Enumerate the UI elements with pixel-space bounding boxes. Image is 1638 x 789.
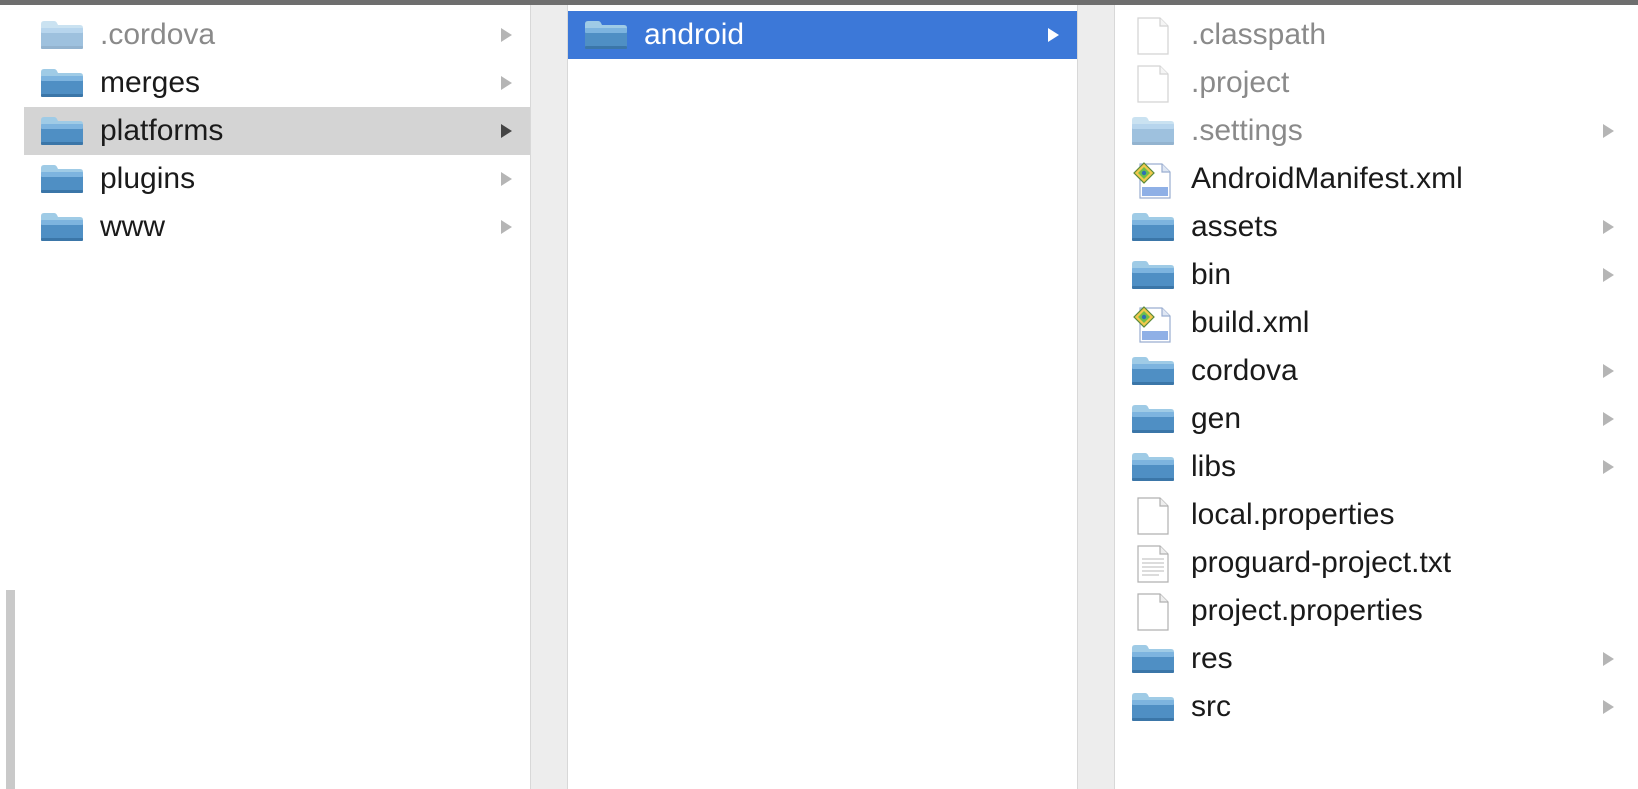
item-name: .cordova (100, 18, 216, 51)
file-row[interactable]: proguard-project.txt (1115, 539, 1638, 587)
folder-icon (1131, 692, 1175, 722)
file-row[interactable]: build.xml (1115, 299, 1638, 347)
item-name: local.properties (1191, 498, 1395, 531)
item-name: platforms (100, 114, 224, 147)
item-name: merges (100, 66, 201, 99)
item-name: build.xml (1191, 306, 1310, 339)
file-row[interactable]: local.properties (1115, 491, 1638, 539)
disclosure-arrow-icon (1603, 124, 1614, 138)
disclosure-arrow-icon (1603, 220, 1614, 234)
document-icon (1137, 17, 1169, 55)
window-top-border (0, 0, 1638, 5)
folder-row[interactable]: gen (1115, 395, 1638, 443)
finder-column-2: android (568, 11, 1077, 59)
item-name: src (1191, 690, 1231, 723)
item-name: www (100, 210, 165, 243)
folder-row[interactable]: www (24, 203, 530, 251)
column-resize-handle[interactable] (1077, 5, 1115, 789)
folder-icon (40, 116, 84, 146)
disclosure-arrow-icon (1603, 268, 1614, 282)
folder-icon (1131, 260, 1175, 290)
xml-file-icon (1133, 161, 1173, 199)
folder-row[interactable]: plugins (24, 155, 530, 203)
folder-icon (1131, 452, 1175, 482)
item-name: .settings (1191, 114, 1303, 147)
disclosure-arrow-icon (501, 76, 512, 90)
folder-row[interactable]: bin (1115, 251, 1638, 299)
xml-file-icon (1133, 305, 1173, 343)
disclosure-arrow-icon (501, 124, 512, 138)
disclosure-arrow-icon (1603, 460, 1614, 474)
folder-icon (1131, 356, 1175, 386)
folder-icon (1131, 644, 1175, 674)
item-name: gen (1191, 402, 1242, 435)
item-name: android (644, 18, 745, 51)
folder-icon (40, 68, 84, 98)
folder-row[interactable]: .settings (1115, 107, 1638, 155)
folder-row[interactable]: libs (1115, 443, 1638, 491)
item-name: .project (1191, 66, 1290, 99)
item-name: cordova (1191, 354, 1298, 387)
file-row[interactable]: AndroidManifest.xml (1115, 155, 1638, 203)
item-name: assets (1191, 210, 1278, 243)
folder-row[interactable]: merges (24, 59, 530, 107)
folder-row[interactable]: res (1115, 635, 1638, 683)
folder-row[interactable]: assets (1115, 203, 1638, 251)
file-row[interactable]: project.properties (1115, 587, 1638, 635)
item-name: project.properties (1191, 594, 1423, 627)
document-icon (1137, 65, 1169, 103)
scrollbar[interactable] (6, 590, 15, 789)
folder-icon (584, 20, 628, 50)
folder-row[interactable]: .cordova (24, 11, 530, 59)
document-icon (1137, 497, 1169, 535)
file-row[interactable]: .project (1115, 59, 1638, 107)
item-name: proguard-project.txt (1191, 546, 1452, 579)
column-resize-handle[interactable] (530, 5, 568, 789)
item-name: AndroidManifest.xml (1191, 162, 1463, 195)
folder-row[interactable]: cordova (1115, 347, 1638, 395)
folder-row[interactable]: android (568, 11, 1077, 59)
disclosure-arrow-icon (501, 172, 512, 186)
folder-icon (1131, 212, 1175, 242)
folder-icon (40, 20, 84, 50)
item-name: plugins (100, 162, 196, 195)
document-icon (1137, 593, 1169, 631)
file-row[interactable]: .classpath (1115, 11, 1638, 59)
text-document-icon (1137, 545, 1169, 583)
disclosure-arrow-icon (1603, 412, 1614, 426)
finder-column-1: .cordova merges platforms plugins www (24, 11, 530, 251)
disclosure-arrow-icon (1603, 652, 1614, 666)
finder-column-3: .classpath .project .settings AndroidMan… (1115, 11, 1638, 731)
folder-icon (1131, 404, 1175, 434)
item-name: .classpath (1191, 18, 1327, 51)
item-name: res (1191, 642, 1233, 675)
folder-icon (40, 164, 84, 194)
disclosure-arrow-icon (501, 220, 512, 234)
disclosure-arrow-icon (1603, 364, 1614, 378)
folder-icon (1131, 116, 1175, 146)
folder-row[interactable]: platforms (24, 107, 530, 155)
item-name: bin (1191, 258, 1232, 291)
disclosure-arrow-icon (501, 28, 512, 42)
folder-icon (40, 212, 84, 242)
item-name: libs (1191, 450, 1237, 483)
disclosure-arrow-icon (1048, 28, 1059, 42)
folder-row[interactable]: src (1115, 683, 1638, 731)
disclosure-arrow-icon (1603, 700, 1614, 714)
